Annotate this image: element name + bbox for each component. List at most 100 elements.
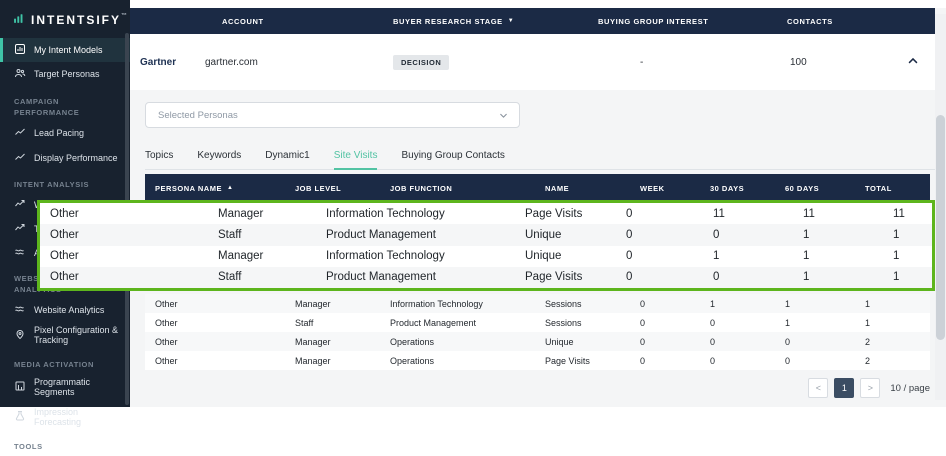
cell-name: Page Visits [515, 208, 616, 220]
cell-total: 2 [855, 356, 930, 366]
cell-persona: Other [145, 318, 285, 328]
column-header-week: WEEK [630, 184, 700, 193]
cell-total: 2 [855, 337, 930, 347]
cell-30-days: 1 [700, 299, 775, 309]
selected-personas-dropdown[interactable]: Selected Personas [145, 102, 520, 128]
cell-job-level: Manager [208, 250, 316, 262]
cell-60-days: 1 [775, 299, 855, 309]
account-domain: gartner.com [205, 57, 258, 68]
cell-job-function: Operations [380, 356, 535, 366]
cell-job-level: Manager [285, 337, 380, 347]
sidebar-item-website-analytics[interactable]: Website Analytics [0, 299, 130, 321]
stage-badge: DECISION [393, 55, 449, 70]
cell-30-days: 11 [703, 208, 793, 220]
sidebar-item-label: Impression Forecasting [34, 407, 122, 428]
waves-icon [14, 303, 26, 317]
column-header-name: NAME [535, 184, 630, 193]
cell-30-days: 1 [703, 250, 793, 262]
tab-buying-group-contacts[interactable]: Buying Group Contacts [401, 150, 504, 169]
cell-job-function: Information Technology [316, 208, 515, 220]
column-header-total: TOTAL [855, 184, 930, 193]
tab-site-visits[interactable]: Site Visits [334, 150, 378, 170]
cell-name: Sessions [535, 318, 630, 328]
logo-trademark: ™ [121, 13, 129, 19]
contacts-value: 100 [775, 57, 890, 68]
site-visits-table-header: PERSONA NAME ▲ JOB LEVEL JOB FUNCTION NA… [145, 174, 930, 202]
cell-60-days: 1 [793, 229, 883, 241]
pagination-per-page: 10 / page [890, 383, 930, 394]
intentsify-logo[interactable]: INTENTSIFY™ [0, 0, 130, 38]
cell-week: 0 [616, 271, 703, 283]
cell-total: 1 [855, 299, 930, 309]
logo-bars-icon [13, 11, 26, 29]
cell-60-days: 1 [775, 318, 855, 328]
column-header-job-function: JOB FUNCTION [380, 184, 535, 193]
cell-job-level: Manager [285, 299, 380, 309]
cell-persona: Other [145, 356, 285, 366]
column-header-buyer-research-stage[interactable]: BUYER RESEARCH STAGE ▼ [380, 17, 590, 26]
cell-total: 1 [883, 271, 932, 283]
cell-job-level: Staff [208, 229, 316, 241]
trend-icon [14, 198, 26, 212]
column-header-persona-name[interactable]: PERSONA NAME ▲ [145, 184, 285, 193]
sidebar-section-tools: TOOLS [0, 432, 130, 455]
sidebar-item-impression-forecasting[interactable]: Impression Forecasting [0, 402, 130, 433]
pagination-next-button[interactable]: > [860, 378, 880, 398]
column-header-label: BUYER RESEARCH STAGE [393, 17, 503, 26]
highlight-overlay-box: Other Manager Information Technology Pag… [37, 200, 935, 291]
detail-tabs: Topics Keywords Dynamic1 Site Visits Buy… [145, 150, 935, 170]
column-header-label: PERSONA NAME [155, 184, 222, 193]
sidebar-item-my-intent-models[interactable]: My Intent Models [0, 38, 130, 62]
cell-week: 0 [630, 318, 700, 328]
cell-week: 0 [616, 208, 703, 220]
sidebar-section-media-activation: MEDIA ACTIVATION [0, 350, 130, 373]
pagination-prev-button[interactable]: < [808, 378, 828, 398]
cell-60-days: 11 [793, 208, 883, 220]
cell-week: 0 [616, 229, 703, 241]
cell-name: Unique [515, 250, 616, 262]
sidebar-item-lead-pacing[interactable]: Lead Pacing [0, 121, 130, 145]
cell-persona: Other [145, 337, 285, 347]
column-header-30-days: 30 DAYS [700, 184, 775, 193]
cell-week: 0 [616, 250, 703, 262]
tab-dynamic1[interactable]: Dynamic1 [265, 150, 309, 169]
cell-name: Unique [515, 229, 616, 241]
flask-icon [14, 410, 26, 424]
buying-group-interest-value: - [590, 57, 775, 68]
account-table-header: ACCOUNT BUYER RESEARCH STAGE ▼ BUYING GR… [130, 8, 935, 34]
cell-job-level: Staff [285, 318, 380, 328]
cell-60-days: 1 [793, 250, 883, 262]
sidebar-item-label: Display Performance [34, 153, 118, 163]
cell-persona: Other [40, 250, 208, 262]
table-row: Other Manager Operations Page Visits 0 0… [145, 351, 930, 370]
cell-job-function: Information Technology [380, 299, 535, 309]
overlay-table-row: Other Staff Product Management Unique 0 … [40, 224, 932, 245]
cell-job-function: Operations [380, 337, 535, 347]
collapse-row-button[interactable] [890, 54, 935, 71]
sidebar-item-target-personas[interactable]: Target Personas [0, 62, 130, 86]
line-chart-icon [14, 126, 26, 140]
column-header-contacts: CONTACTS [775, 17, 890, 26]
dropdown-placeholder: Selected Personas [146, 110, 238, 121]
main-scrollbar-track[interactable] [935, 14, 946, 400]
sidebar-item-programmatic-segments[interactable]: Programmatic Segments [0, 373, 130, 402]
pagination-page-1[interactable]: 1 [834, 378, 854, 398]
column-header-job-level: JOB LEVEL [285, 184, 380, 193]
tab-keywords[interactable]: Keywords [197, 150, 241, 169]
trend-icon [14, 222, 26, 236]
account-name-link[interactable]: Gartner [130, 57, 205, 68]
cell-name: Unique [535, 337, 630, 347]
cell-week: 0 [630, 337, 700, 347]
chevron-up-icon [906, 54, 920, 71]
column-header-buying-group-interest: BUYING GROUP INTEREST [590, 17, 775, 26]
tab-topics[interactable]: Topics [145, 150, 173, 169]
sidebar-item-pixel-configuration[interactable]: Pixel Configuration & Tracking [0, 321, 130, 350]
sidebar-item-label: Website Analytics [34, 305, 104, 315]
pagination: < 1 > 10 / page [145, 378, 930, 398]
sidebar-section-intent-analysis: INTENT ANALYSIS [0, 170, 130, 193]
segments-icon [14, 380, 26, 394]
sidebar-item-display-performance[interactable]: Display Performance [0, 146, 130, 170]
cell-30-days: 0 [703, 229, 793, 241]
main-scrollbar-thumb[interactable] [936, 115, 945, 340]
logo-text: INTENTSIFY™ [31, 13, 129, 27]
